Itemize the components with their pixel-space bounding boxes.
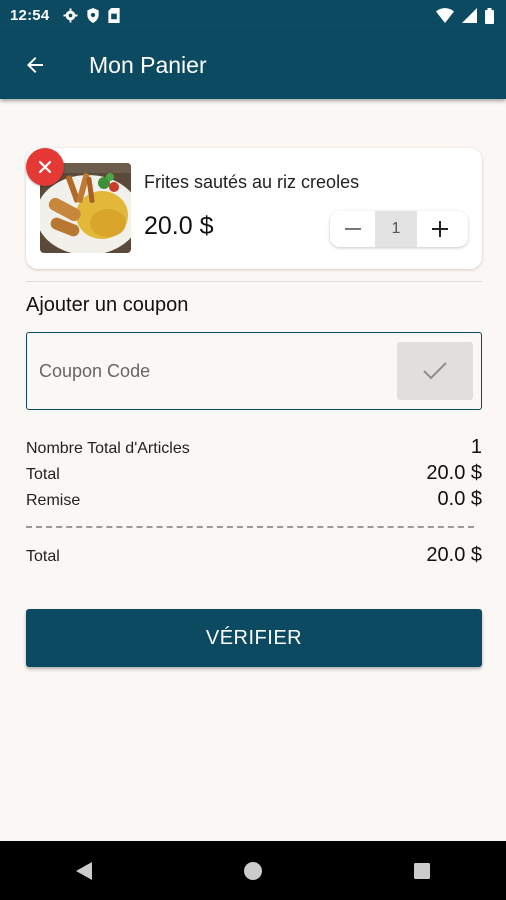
page-title: Mon Panier	[89, 51, 207, 78]
total-items-label: Nombre Total d'Articles	[26, 440, 190, 457]
quantity-stepper: 1	[330, 211, 468, 247]
discount-label: Remise	[26, 492, 81, 509]
check-icon	[423, 362, 447, 380]
nav-recents-button[interactable]	[392, 841, 452, 900]
apply-coupon-button[interactable]	[397, 342, 473, 400]
verify-button[interactable]: VÉRIFIER	[26, 609, 482, 667]
coupon-input[interactable]	[37, 351, 381, 391]
app-bar: Mon Panier	[0, 31, 506, 99]
close-icon	[38, 160, 52, 174]
wifi-icon	[436, 8, 454, 23]
status-bar: 12:54	[0, 0, 506, 31]
summary-total-items-row: Nombre Total d'Articles 1	[26, 436, 482, 459]
grand-total-value: 20.0 $	[426, 544, 482, 566]
item-name: Frites sautés au riz creoles	[144, 172, 360, 192]
dashed-divider	[26, 526, 474, 528]
back-triangle-icon	[76, 861, 93, 880]
back-button[interactable]	[5, 35, 65, 95]
item-price: 20.0 $	[144, 212, 214, 240]
quantity-value: 1	[375, 211, 417, 247]
shield-icon	[87, 8, 99, 23]
summary-total-row: Total 20.0 $	[26, 462, 482, 485]
discount-value: 0.0 $	[437, 488, 482, 510]
increase-quantity-button[interactable]	[417, 211, 462, 247]
summary-discount-row: Remise 0.0 $	[26, 488, 482, 511]
status-time: 12:54	[10, 7, 50, 24]
recents-square-icon	[413, 862, 430, 879]
total-value: 20.0 $	[426, 462, 482, 484]
total-label: Total	[26, 466, 60, 483]
nav-home-button[interactable]	[223, 841, 283, 900]
minus-icon	[344, 228, 361, 230]
home-circle-icon	[243, 861, 262, 880]
sim-card-icon	[108, 8, 120, 23]
divider	[26, 281, 482, 282]
grand-total-label: Total	[26, 548, 60, 565]
coupon-heading: Ajouter un coupon	[26, 294, 189, 316]
coupon-field	[26, 332, 482, 410]
plus-icon	[431, 221, 448, 237]
system-nav-bar	[0, 841, 506, 900]
arrow-back-icon	[27, 57, 43, 73]
cart-item-card: Frites sautés au riz creoles 20.0 $ 1	[26, 148, 482, 269]
battery-icon	[485, 7, 494, 24]
settings-icon	[63, 8, 78, 23]
decrease-quantity-button[interactable]	[330, 211, 375, 247]
summary-grand-total-row: Total 20.0 $	[26, 544, 482, 567]
total-items-value: 1	[470, 436, 482, 458]
nav-back-button[interactable]	[54, 841, 114, 900]
signal-icon	[462, 8, 477, 23]
remove-item-button[interactable]	[26, 148, 64, 186]
